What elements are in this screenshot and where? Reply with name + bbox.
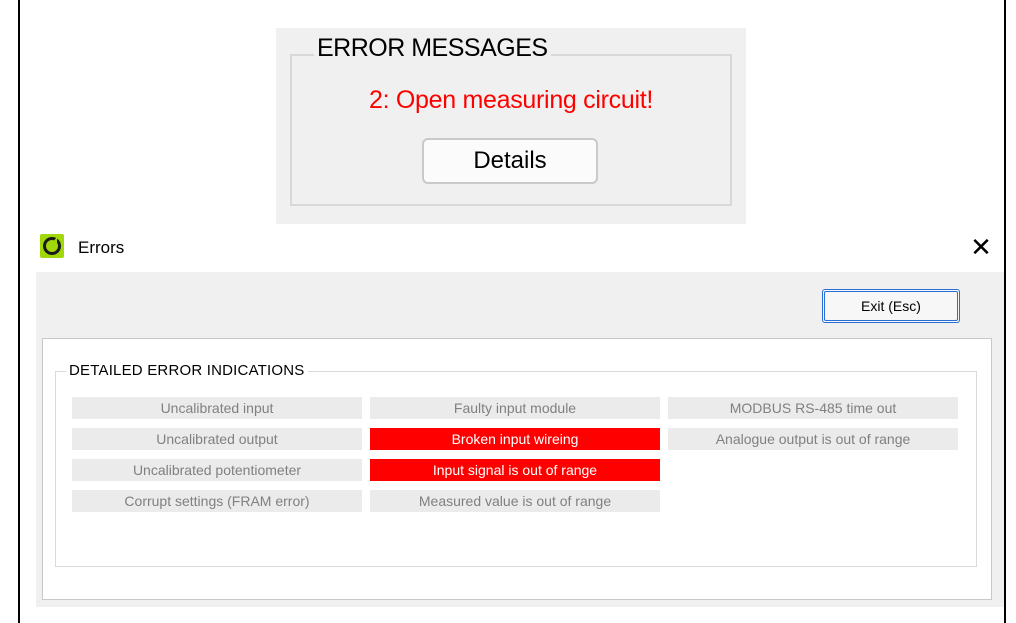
app-logo-icon — [40, 234, 64, 258]
indicator-corrupt-settings: Corrupt settings (FRAM error) — [72, 490, 362, 512]
indicator-faulty-input-module: Faulty input module — [370, 397, 660, 419]
close-icon[interactable]: ✕ — [966, 232, 996, 262]
error-messages-panel: ERROR MESSAGES 2: Open measuring circuit… — [276, 28, 746, 224]
indicator-measured-value-out-of-range: Measured value is out of range — [370, 490, 660, 512]
detailed-errors-panel: DETAILED ERROR INDICATIONS Uncalibrated … — [42, 338, 992, 600]
exit-button[interactable]: Exit (Esc) — [822, 289, 960, 323]
error-messages-group: ERROR MESSAGES 2: Open measuring circuit… — [290, 34, 732, 206]
indicator-modbus-timeout: MODBUS RS-485 time out — [668, 397, 958, 419]
details-button[interactable]: Details — [422, 138, 598, 184]
detailed-errors-title: DETAILED ERROR INDICATIONS — [66, 362, 308, 379]
indicator-input-signal-out-of-range: Input signal is out of range — [370, 459, 660, 481]
error-messages-title: ERROR MESSAGES — [314, 34, 551, 63]
indicator-uncalibrated-output: Uncalibrated output — [72, 428, 362, 450]
window-title: Errors — [78, 238, 125, 257]
indicator-uncalibrated-potentiometer: Uncalibrated potentiometer — [72, 459, 362, 481]
indicator-analogue-output-out-of-range: Analogue output is out of range — [668, 428, 958, 450]
detailed-errors-group: DETAILED ERROR INDICATIONS Uncalibrated … — [55, 362, 977, 567]
exit-button-label: Exit (Esc) — [861, 298, 921, 314]
indicator-broken-input-wiring: Broken input wireing — [370, 428, 660, 450]
error-message-text: 2: Open measuring circuit! — [369, 86, 653, 114]
indicator-uncalibrated-input: Uncalibrated input — [72, 397, 362, 419]
errors-window-titlebar: Errors ✕ — [36, 230, 1004, 270]
errors-window-body: Exit (Esc) DETAILED ERROR INDICATIONS Un… — [36, 272, 1004, 607]
